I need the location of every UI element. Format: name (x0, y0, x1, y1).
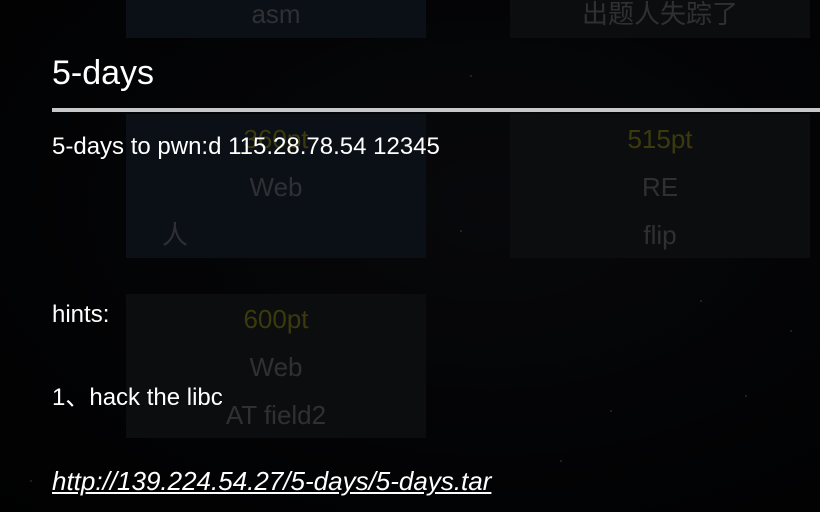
hint-item: 1、hack the libc (52, 384, 223, 411)
modal-title: 5-days (52, 54, 155, 92)
title-divider (52, 108, 820, 112)
challenge-description: 5-days to pwn:d 115.28.78.54 12345 (52, 133, 440, 160)
challenge-board: asm 出题人失踪了 360pt Web 人 515pt RE flip 600… (0, 0, 820, 512)
download-link[interactable]: http://139.224.54.27/5-days/5-days.tar (52, 466, 491, 496)
challenge-modal: 5-days 5-days to pwn:d 115.28.78.54 1234… (0, 0, 820, 512)
hints-label: hints: (52, 301, 110, 328)
